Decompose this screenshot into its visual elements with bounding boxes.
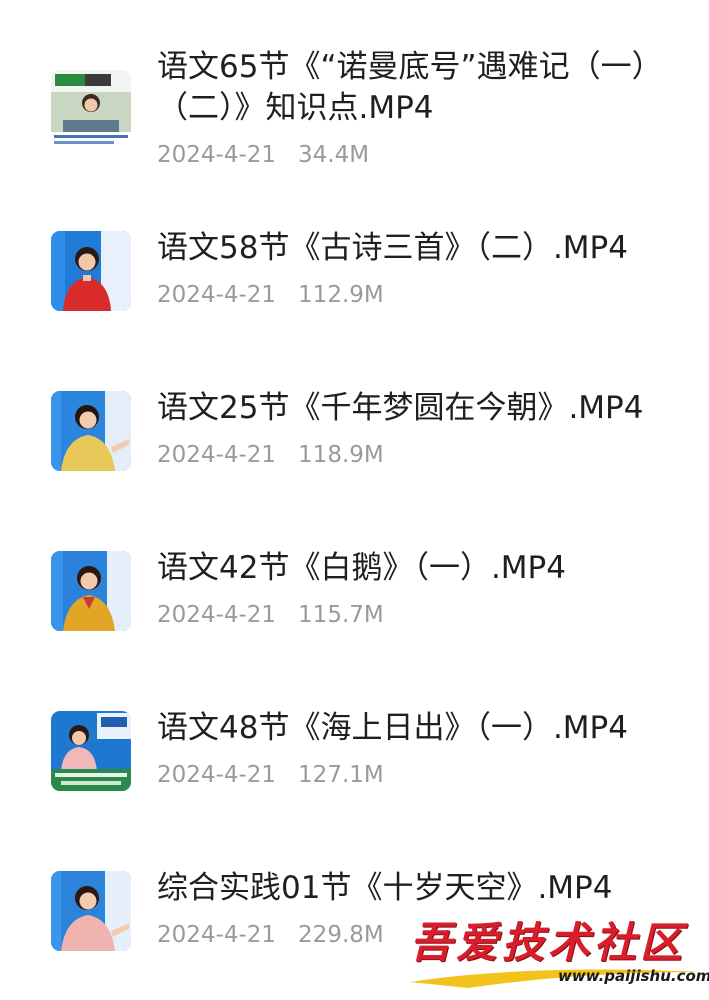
file-meta: 2024-4-21 118.9M xyxy=(157,440,384,470)
video-thumbnail-classroom-icon xyxy=(51,70,131,150)
file-item-1[interactable]: 语文65节《“诺曼底号”遇难记（一）（二）》知识点.MP4 2024-4-21 3… xyxy=(0,40,709,180)
video-thumbnail-teacher-icon xyxy=(51,711,131,791)
watermark-url: www.paijishu.com xyxy=(558,967,709,985)
file-meta: 2024-4-21 229.8M xyxy=(157,920,384,950)
file-size: 118.9M xyxy=(298,442,384,468)
file-size: 34.4M xyxy=(298,142,370,168)
file-size: 127.1M xyxy=(298,762,384,788)
file-item-2[interactable]: 语文58节《古诗三首》（二）.MP4 2024-4-21 112.9M xyxy=(0,220,709,330)
file-size: 229.8M xyxy=(298,922,384,948)
video-thumbnail-teacher-icon xyxy=(51,391,131,471)
file-date: 2024-4-21 xyxy=(157,602,277,628)
file-name: 语文25节《千年梦圆在今朝》.MP4 xyxy=(157,390,644,426)
file-meta: 2024-4-21 34.4M xyxy=(157,140,369,170)
file-name: 语文48节《海上日出》（一）.MP4 xyxy=(157,710,628,746)
file-date: 2024-4-21 xyxy=(157,922,277,948)
file-size: 115.7M xyxy=(298,602,384,628)
video-thumbnail-teacher-icon xyxy=(51,871,131,951)
file-date: 2024-4-21 xyxy=(157,762,277,788)
file-date: 2024-4-21 xyxy=(157,282,277,308)
file-name: 综合实践01节《十岁天空》.MP4 xyxy=(157,870,613,906)
watermark-logo: 吾爱技术社区 www.paijishu.com xyxy=(408,918,709,992)
file-list: 语文65节《“诺曼底号”遇难记（一）（二）》知识点.MP4 2024-4-21 3… xyxy=(0,0,709,1000)
file-meta: 2024-4-21 115.7M xyxy=(157,600,384,630)
file-meta: 2024-4-21 127.1M xyxy=(157,760,384,790)
file-size: 112.9M xyxy=(298,282,384,308)
file-item-5[interactable]: 语文48节《海上日出》（一）.MP4 2024-4-21 127.1M xyxy=(0,700,709,810)
file-name: 语文65节《“诺曼底号”遇难记（一）（二）》知识点.MP4 xyxy=(157,49,663,126)
file-date: 2024-4-21 xyxy=(157,442,277,468)
file-name: 语文42节《白鹅》（一）.MP4 xyxy=(157,550,566,586)
watermark-title: 吾爱技术社区 xyxy=(410,918,687,967)
file-item-3[interactable]: 语文25节《千年梦圆在今朝》.MP4 2024-4-21 118.9M xyxy=(0,380,709,490)
video-thumbnail-teacher-icon xyxy=(51,551,131,631)
file-item-4[interactable]: 语文42节《白鹅》（一）.MP4 2024-4-21 115.7M xyxy=(0,540,709,650)
video-thumbnail-teacher-icon xyxy=(51,231,131,311)
file-meta: 2024-4-21 112.9M xyxy=(157,280,384,310)
file-date: 2024-4-21 xyxy=(157,142,277,168)
file-name: 语文58节《古诗三首》（二）.MP4 xyxy=(157,230,628,266)
